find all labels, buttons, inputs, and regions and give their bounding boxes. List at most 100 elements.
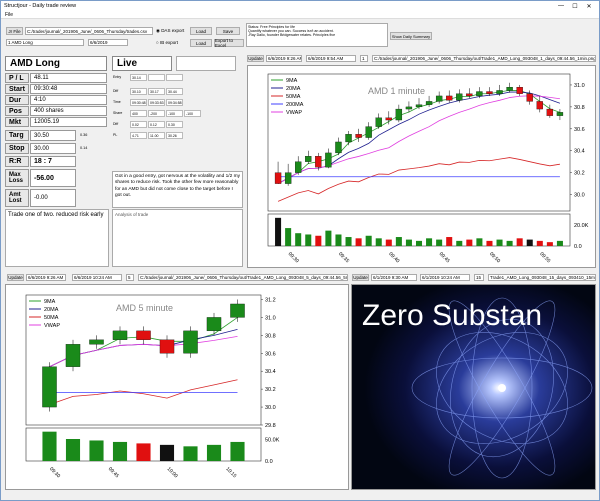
volume-bar xyxy=(556,240,563,246)
notes-textarea[interactable]: Got in a good entry, got nervous at the … xyxy=(112,171,243,208)
tx-cell[interactable]: 09:30:48 xyxy=(130,99,147,106)
volume-bar xyxy=(335,234,342,246)
tx-cell[interactable]: 4.71 xyxy=(130,132,147,139)
x-tick-label: 10:00 xyxy=(166,466,179,479)
tx-cell[interactable] xyxy=(148,74,165,81)
candle-body xyxy=(446,95,453,101)
tx-cell[interactable]: 09:33:53 xyxy=(148,99,165,106)
candle-body xyxy=(375,117,382,127)
file-path-input[interactable]: C:/trader/journal/_201906_June/_0606_Thu… xyxy=(25,27,153,35)
strategy-notes-textarea[interactable]: Trade one of two. reduced risk early xyxy=(5,209,109,267)
candle-body xyxy=(274,172,282,184)
volume-bar xyxy=(436,239,443,246)
end-time-2[interactable]: 6/6/2019 10:24 AM xyxy=(72,274,122,281)
maximize-icon[interactable]: ☐ xyxy=(568,3,582,10)
export-excel-button[interactable]: Export to Excel xyxy=(214,38,244,48)
amtlost-value[interactable]: -0.00 xyxy=(30,189,76,207)
update-button-1[interactable]: Update xyxy=(247,55,264,62)
volume-bar xyxy=(385,239,392,246)
candle-body xyxy=(345,134,352,143)
interval-3[interactable]: 15 xyxy=(474,274,484,281)
y-tick-label: 31.0 xyxy=(265,315,276,321)
minimize-icon[interactable]: — xyxy=(554,3,568,9)
candle-body xyxy=(456,93,463,101)
image-path-3[interactable]: Trade1_AMD_Long_093048_15_days_093410_15… xyxy=(488,274,596,281)
strategy-select[interactable] xyxy=(176,56,236,71)
volume-bar xyxy=(183,446,198,461)
ib-export-radio[interactable]: ○ IB export xyxy=(156,40,178,45)
volume-tick-label: 0.0 xyxy=(574,244,582,250)
close-icon[interactable]: ✕ xyxy=(582,3,596,10)
das-export-radio[interactable]: ◉ DAS export xyxy=(156,28,184,34)
load-ib-button[interactable]: Load xyxy=(190,39,212,47)
targ-label: Targ xyxy=(5,130,29,141)
start-time-2[interactable]: 6/6/2019 9:26 AM xyxy=(26,274,66,281)
y-tick-label: 30.8 xyxy=(574,105,585,111)
tx-cell[interactable]: 30.17 xyxy=(148,88,165,95)
update-button-2[interactable]: Update xyxy=(7,274,24,281)
window-title: Structjour - Daily trade review xyxy=(4,3,77,9)
x-tick-label: 09:40 xyxy=(387,251,400,264)
image-path-1[interactable]: C:/trader/journal/_201906_June/_0606_Thu… xyxy=(372,55,596,62)
tx-cell[interactable]: 0.30 xyxy=(166,121,183,128)
end-time-1[interactable]: 6/6/2019 9:54 AM xyxy=(306,55,356,62)
targ-input[interactable]: 30.50 xyxy=(30,130,76,141)
show-daily-summary-button[interactable]: Show Daily Summary xyxy=(390,32,432,40)
end-time-3[interactable]: 6/1/2019 10:24 AM xyxy=(420,274,470,281)
trade-select[interactable]: 1 AMD Long xyxy=(6,39,84,46)
start-value[interactable]: 09:30:48 xyxy=(30,84,107,94)
x-tick-label: 10:15 xyxy=(224,466,237,479)
pl-value[interactable]: 48.11 xyxy=(30,73,107,83)
legend-label: 200MA xyxy=(286,102,304,108)
x-tick-label: 09:30 xyxy=(287,251,300,264)
tx-cell[interactable]: 30.44 xyxy=(166,88,183,95)
volume-bar xyxy=(275,217,282,246)
pos-value[interactable]: 400 shares xyxy=(30,106,107,116)
tx-cell[interactable]: -200 xyxy=(148,110,165,117)
y-tick-label: 30.0 xyxy=(574,193,585,199)
legend-label: 50MA xyxy=(286,94,301,100)
stop-input[interactable]: 30.00 xyxy=(30,143,76,154)
candle-body xyxy=(506,87,513,91)
tx-cell[interactable]: 30.14 xyxy=(130,74,147,81)
tx-row-label: Time xyxy=(113,100,121,104)
menu-file[interactable]: File xyxy=(5,12,13,18)
tx-cell[interactable]: 400 xyxy=(130,110,147,117)
volume-bar xyxy=(325,230,332,246)
volume-bar xyxy=(345,237,352,246)
candle-body xyxy=(325,152,332,168)
tx-cell[interactable] xyxy=(166,74,183,81)
update-button-3[interactable]: Update xyxy=(352,274,369,281)
legend-label: 9MA xyxy=(286,78,298,84)
volume-bar xyxy=(355,238,362,246)
journal-file-button[interactable]: Jr File xyxy=(6,27,23,35)
start-time-1[interactable]: 6/6/2019 9:26 AM xyxy=(266,55,302,62)
candle-body xyxy=(486,91,493,94)
tx-cell[interactable]: 30.10 xyxy=(130,88,147,95)
volume-bar xyxy=(536,240,543,246)
mkt-value[interactable]: 12005.19 xyxy=(30,117,107,127)
image-path-2[interactable]: C:/trader/journal/_201906_June/_0606_Thu… xyxy=(138,274,348,281)
save-button[interactable]: Save xyxy=(216,27,240,35)
dur-value[interactable]: 4:10 xyxy=(30,95,107,105)
tx-cell[interactable]: -100 xyxy=(184,110,201,117)
analysis-textarea[interactable]: Analysis of trade xyxy=(112,209,243,267)
tx-cell[interactable]: 0.12 xyxy=(148,121,165,128)
legend-label: 20MA xyxy=(44,307,59,313)
tx-cell[interactable]: 30.26 xyxy=(166,132,183,139)
interval-2[interactable]: 5 xyxy=(126,274,134,281)
tx-cell[interactable]: 09:34:58 xyxy=(166,99,183,106)
load-button[interactable]: Load xyxy=(190,27,212,35)
tx-cell[interactable]: -100 xyxy=(166,110,183,117)
tx-cell[interactable]: 0.02 xyxy=(130,121,147,128)
interval-1[interactable]: 1 xyxy=(360,55,368,62)
pl-label: P / L xyxy=(5,73,29,83)
tx-cell[interactable]: 11.00 xyxy=(148,132,165,139)
candle-body xyxy=(206,317,222,332)
start-time-3[interactable]: 6/1/2019 9:30 AM xyxy=(371,274,417,281)
volume-bar xyxy=(65,439,81,461)
legend-label: 50MA xyxy=(44,315,59,321)
date-input[interactable]: 6/6/2019 xyxy=(88,39,128,46)
tx-row-label: Diff xyxy=(113,89,119,93)
daily-summary-text: Status: Free Principles for life Quantif… xyxy=(246,23,388,47)
